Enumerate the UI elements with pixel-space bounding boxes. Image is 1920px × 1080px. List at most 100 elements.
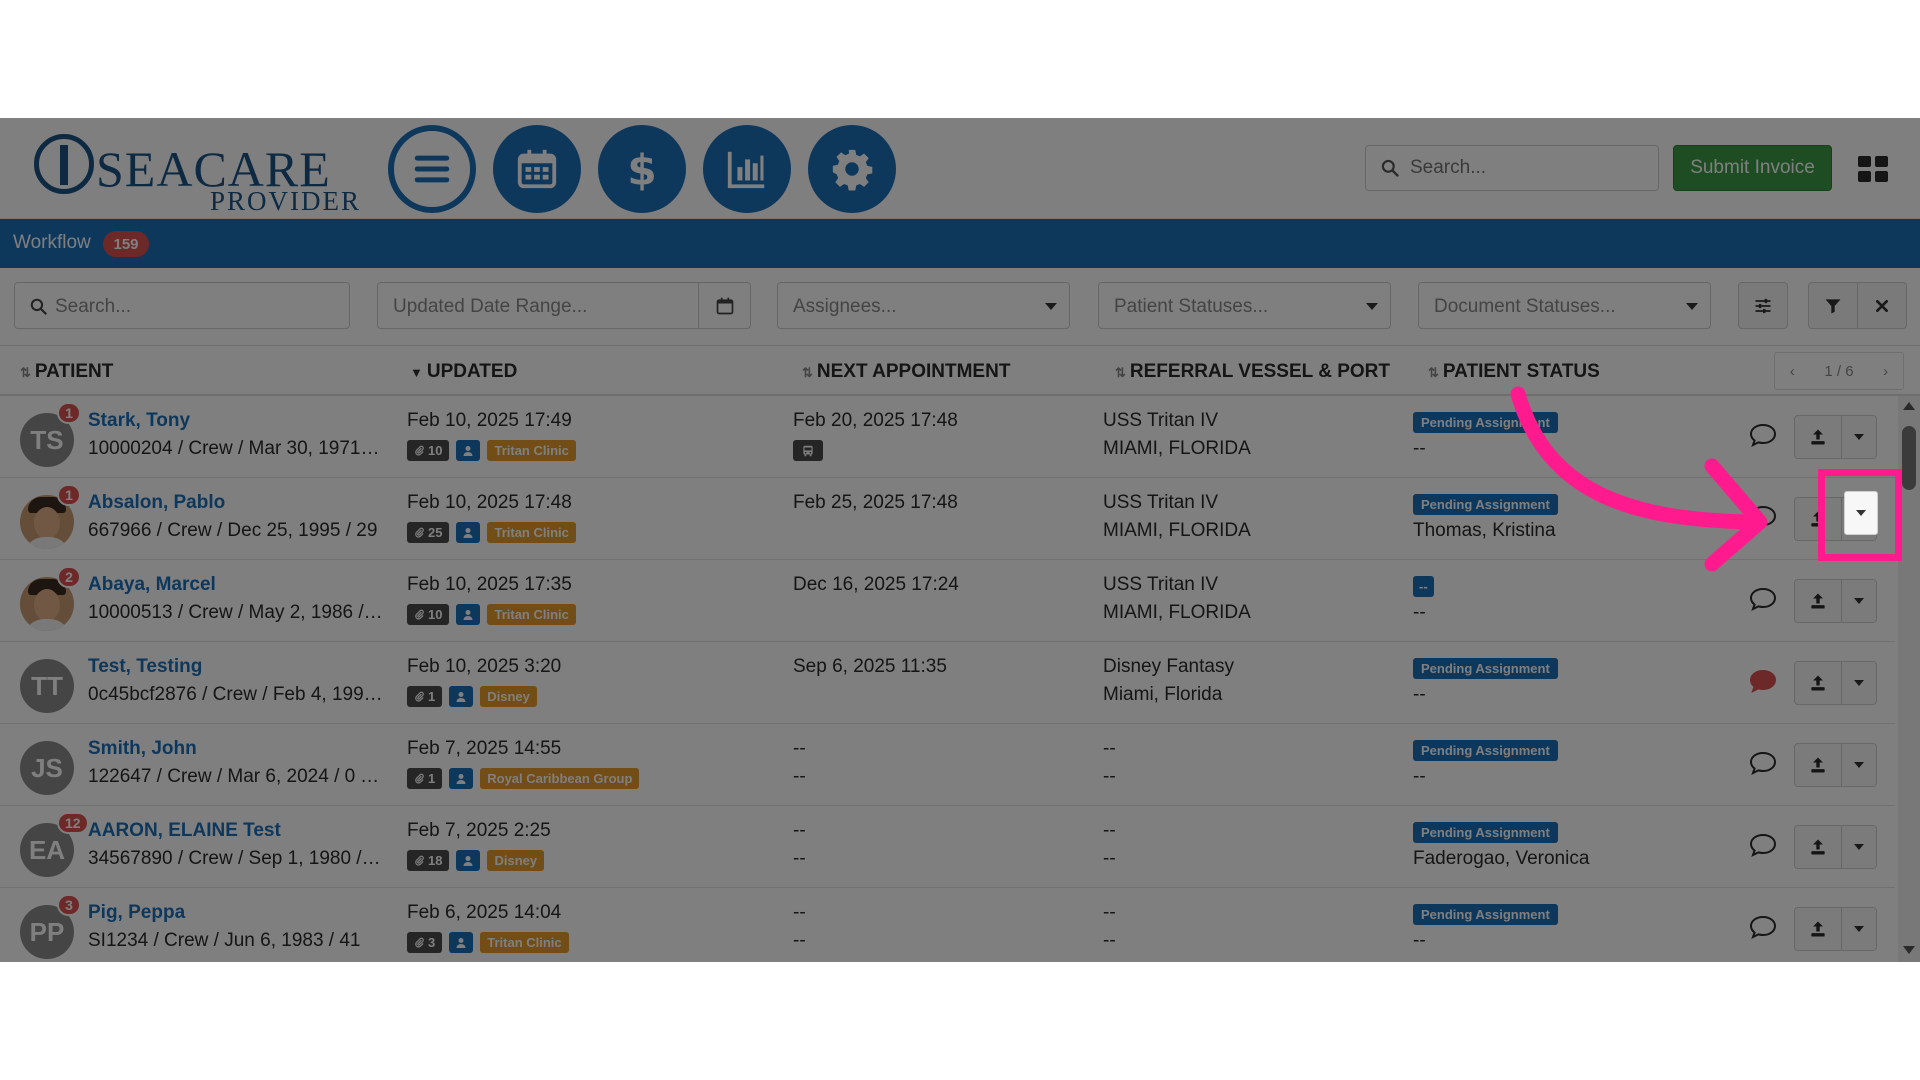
- patient-name-link[interactable]: Stark, Tony: [88, 410, 190, 432]
- patient-info: 10000513 / Crew / May 2, 1986 / 38: [88, 602, 384, 623]
- patient-name-link[interactable]: Absalon, Pablo: [88, 492, 225, 514]
- table-row[interactable]: PP 3 Pig, Peppa SI1234 / Crew / Jun 6, 19…: [0, 888, 1895, 962]
- assignee-badge[interactable]: [449, 932, 474, 953]
- document-statuses-select[interactable]: Document Statuses...: [1418, 282, 1711, 329]
- upload-button[interactable]: [1794, 825, 1842, 869]
- billing-nav-button[interactable]: $: [598, 125, 686, 213]
- column-header-vessel[interactable]: ⇅ REFERRAL VESSEL & PORT: [1115, 361, 1390, 383]
- row-actions-dropdown-button[interactable]: [1841, 661, 1877, 705]
- date-range-calendar-button[interactable]: [698, 283, 750, 328]
- date-range-field[interactable]: Updated Date Range...: [377, 282, 751, 329]
- upload-button[interactable]: [1794, 415, 1842, 459]
- attachment-count-badge[interactable]: 1: [407, 768, 443, 789]
- patient-info: 667966 / Crew / Dec 25, 1995 / 29: [88, 520, 378, 541]
- assignee-badge[interactable]: [449, 768, 474, 789]
- table-row[interactable]: TS 1 Stark, Tony 10000204 / Crew / Mar 30…: [0, 396, 1895, 478]
- assignee-badge[interactable]: [456, 440, 481, 461]
- calendar-icon: [517, 149, 557, 189]
- assignee-name: --: [1413, 766, 1426, 787]
- comment-icon[interactable]: [1748, 586, 1778, 612]
- row-actions-dropdown-button[interactable]: [1841, 579, 1877, 623]
- menu-button[interactable]: [388, 125, 476, 213]
- global-search[interactable]: [1365, 145, 1659, 191]
- prev-page-button[interactable]: ‹: [1790, 363, 1795, 380]
- patient-statuses-select[interactable]: Patient Statuses...: [1098, 282, 1391, 329]
- comment-icon[interactable]: [1748, 504, 1778, 530]
- table-row[interactable]: TT Test, Testing 0c45bcf2876 / Crew / Fe…: [0, 642, 1895, 724]
- clinic-badge: Tritan Clinic: [487, 522, 576, 543]
- column-header-updated[interactable]: ▼ UPDATED: [410, 361, 517, 383]
- table-row[interactable]: JS Smith, John 122647 / Crew / Mar 6, 20…: [0, 724, 1895, 806]
- updated-date: Feb 7, 2025 14:55: [407, 738, 562, 759]
- workflow-label[interactable]: Workflow: [13, 232, 91, 254]
- upload-button[interactable]: [1794, 579, 1842, 623]
- row-actions-dropdown-button[interactable]: [1844, 491, 1878, 535]
- attachment-count-badge[interactable]: 1: [407, 686, 443, 707]
- row-actions-dropdown-button[interactable]: [1841, 825, 1877, 869]
- calendar-nav-button[interactable]: [493, 125, 581, 213]
- patient-name-link[interactable]: AARON, ELAINE Test: [88, 820, 281, 842]
- chevron-down-icon: [1854, 598, 1864, 604]
- column-header-next-appointment[interactable]: ⇅ NEXT APPOINTMENT: [802, 361, 1010, 383]
- scroll-up-icon[interactable]: [1903, 402, 1915, 410]
- assignee-name: --: [1413, 930, 1426, 951]
- row-actions-dropdown-button[interactable]: [1841, 743, 1877, 787]
- global-search-input[interactable]: [1410, 146, 1650, 190]
- comment-icon[interactable]: [1748, 750, 1778, 776]
- attachment-count-badge[interactable]: 18: [407, 850, 450, 871]
- attachment-count-badge[interactable]: 3: [407, 932, 443, 953]
- submit-invoice-button[interactable]: Submit Invoice: [1673, 145, 1832, 191]
- patient-name-link[interactable]: Abaya, Marcel: [88, 574, 216, 596]
- row-actions-dropdown-button[interactable]: [1841, 907, 1877, 951]
- assignees-select[interactable]: Assignees...: [777, 282, 1070, 329]
- filter-button[interactable]: [1808, 282, 1858, 329]
- assignee-name: Faderogao, Veronica: [1413, 848, 1590, 869]
- upload-button[interactable]: [1794, 743, 1842, 787]
- patient-info: 0c45bcf2876 / Crew / Feb 4, 1990 / 35: [88, 684, 384, 705]
- status-badge: Pending Assignment: [1413, 658, 1558, 679]
- patient-name-link[interactable]: Smith, John: [88, 738, 197, 760]
- row-actions-dropdown-button[interactable]: [1841, 415, 1877, 459]
- comment-icon[interactable]: [1748, 422, 1778, 448]
- clear-filters-button[interactable]: [1857, 282, 1907, 329]
- patient-name-link[interactable]: Test, Testing: [88, 656, 202, 678]
- patient-name-link[interactable]: Pig, Peppa: [88, 902, 185, 924]
- seacare-logo[interactable]: SEACARE PROVIDER: [34, 130, 359, 216]
- assignee-badge[interactable]: [449, 686, 474, 707]
- comment-icon[interactable]: [1748, 668, 1778, 694]
- scroll-down-icon[interactable]: [1903, 946, 1915, 954]
- upload-button[interactable]: [1794, 661, 1842, 705]
- upload-icon: [1811, 675, 1825, 691]
- column-header-status[interactable]: ⇅ PATIENT STATUS: [1428, 361, 1600, 383]
- appointment-secondary: --: [793, 848, 806, 869]
- settings-nav-button[interactable]: [808, 125, 896, 213]
- table-row[interactable]: 1 Absalon, Pablo 667966 / Crew / Dec 25,…: [0, 478, 1895, 560]
- table-row[interactable]: 2 Abaya, Marcel 10000513 / Crew / May 2,…: [0, 560, 1895, 642]
- assignee-badge[interactable]: [456, 522, 481, 543]
- attachment-count-badge[interactable]: 10: [407, 604, 450, 625]
- apps-grid-icon[interactable]: [1858, 156, 1888, 182]
- next-page-button[interactable]: ›: [1883, 363, 1888, 380]
- status-badge: Pending Assignment: [1413, 494, 1558, 515]
- column-header-patient[interactable]: ⇅ PATIENT: [20, 361, 113, 383]
- upload-button[interactable]: [1794, 907, 1842, 951]
- reports-nav-button[interactable]: [703, 125, 791, 213]
- logo-anchor-icon: [34, 134, 94, 194]
- assignee-badge[interactable]: [456, 604, 481, 625]
- table-row[interactable]: EA 12 AARON, ELAINE Test 34567890 / Crew …: [0, 806, 1895, 888]
- assignee-name: --: [1413, 684, 1426, 705]
- comment-icon[interactable]: [1748, 914, 1778, 940]
- assignee-badge[interactable]: [456, 850, 481, 871]
- filter-bar: Search... Updated Date Range... Assignee…: [0, 268, 1920, 346]
- column-settings-button[interactable]: [1738, 282, 1788, 329]
- attachment-count-badge[interactable]: 10: [407, 440, 450, 461]
- updated-date: Feb 7, 2025 2:25: [407, 820, 551, 841]
- scroll-thumb[interactable]: [1902, 426, 1916, 490]
- patient-search-field[interactable]: Search...: [14, 282, 350, 329]
- comment-icon[interactable]: [1748, 832, 1778, 858]
- next-appointment: Dec 16, 2025 17:24: [793, 574, 959, 595]
- attachment-count-badge[interactable]: 25: [407, 522, 450, 543]
- updated-date: Feb 6, 2025 14:04: [407, 902, 562, 923]
- patient-info: SI1234 / Crew / Jun 6, 1983 / 41: [88, 930, 361, 951]
- appointment-secondary: --: [793, 766, 806, 787]
